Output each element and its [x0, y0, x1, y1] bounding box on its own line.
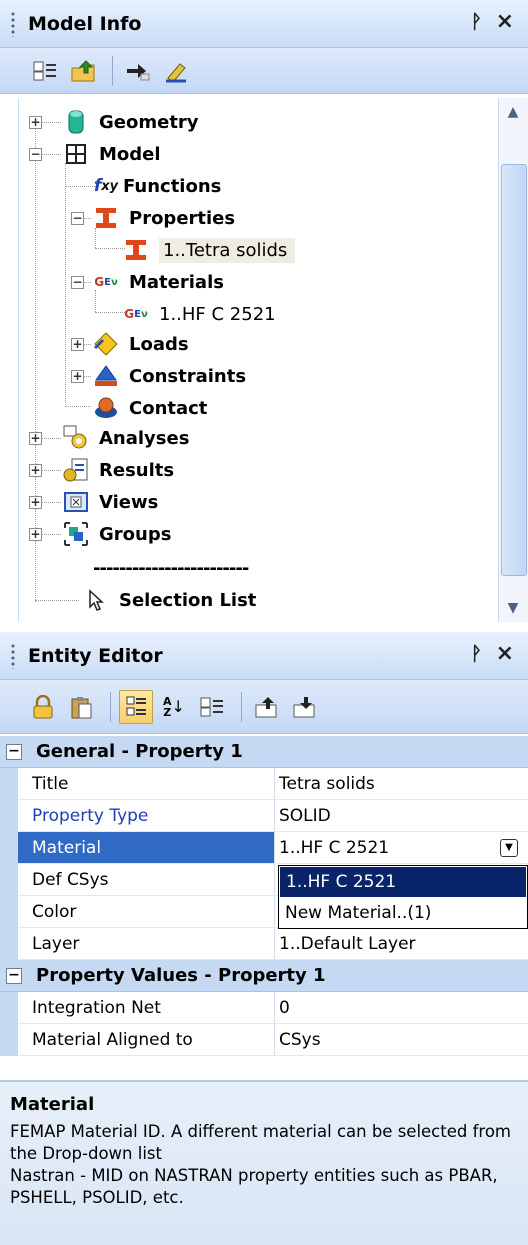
model-info-header: Model Info ᚹ × — [0, 0, 528, 48]
expand-results[interactable]: + — [29, 464, 42, 477]
tree-node-geometry[interactable]: Geometry — [63, 106, 199, 138]
sort-alphabetical-button[interactable]: A Z ↓ — [157, 690, 191, 724]
results-icon — [63, 457, 89, 483]
expand-analyses[interactable]: + — [29, 432, 42, 445]
constraints-icon — [93, 363, 119, 389]
close-icon[interactable]: × — [496, 641, 514, 666]
expand-groups[interactable]: + — [29, 528, 42, 541]
dropdown-option[interactable]: New Material..(1) — [279, 898, 527, 928]
material-icon: GEν — [124, 307, 148, 321]
analyses-icon — [63, 425, 89, 451]
panel-title: Entity Editor — [28, 644, 163, 667]
panel-title: Model Info — [28, 12, 142, 35]
send-to-button[interactable] — [121, 54, 155, 88]
expand-list-button[interactable] — [28, 54, 62, 88]
tree-node-material-1[interactable]: GEν 1..HF C 2521 — [123, 298, 275, 330]
geometry-icon — [63, 109, 89, 135]
pin-icon[interactable]: ᚹ — [471, 11, 482, 33]
loads-icon — [93, 331, 119, 357]
tree-node-contact[interactable]: Contact — [93, 392, 207, 424]
tree-node-loads[interactable]: Loads — [93, 328, 189, 360]
views-icon — [63, 489, 89, 515]
sort-az-icon: AZ — [163, 694, 172, 719]
property-row-property-type[interactable]: Property Type SOLID — [18, 800, 528, 832]
chevron-down-icon[interactable]: ▼ — [500, 838, 518, 857]
contact-icon — [93, 395, 119, 421]
property-row-title[interactable]: Title Tetra solids — [18, 768, 528, 800]
tree-node-views[interactable]: Views — [63, 486, 158, 518]
scrollbar-thumb[interactable] — [501, 164, 527, 576]
i-beam-icon — [123, 237, 149, 263]
expand-constraints[interactable]: + — [71, 370, 84, 383]
tree-node-property-1[interactable]: 1..Tetra solids — [123, 234, 296, 266]
expand-list-button[interactable] — [195, 690, 229, 724]
collapse-properties[interactable]: − — [71, 212, 84, 225]
folder-up-icon — [71, 59, 95, 81]
material-combo[interactable]: 1..HF C 2521 ▼ — [275, 832, 528, 863]
tree-separator: ------------------------ — [93, 557, 249, 579]
expand-loads[interactable]: + — [71, 338, 84, 351]
model-tree[interactable]: + Geometry − Model f xy Functions − Prope… — [18, 98, 498, 622]
lock-icon — [33, 694, 53, 718]
property-row-integration-net[interactable]: Integration Net 0 — [18, 992, 528, 1024]
i-beam-icon — [93, 205, 119, 231]
save-button[interactable] — [288, 690, 322, 724]
scroll-down-icon[interactable]: ▼ — [499, 594, 527, 622]
arrow-right-icon — [127, 63, 150, 80]
entity-editor-header: Entity Editor ᚹ × — [0, 632, 528, 680]
help-pane: Material FEMAP Material ID. A different … — [0, 1080, 528, 1245]
category-general[interactable]: − General - Property 1 — [0, 736, 528, 768]
scroll-up-icon[interactable]: ▲ — [499, 98, 527, 126]
tree-node-properties[interactable]: Properties — [93, 202, 235, 234]
highlight-button[interactable] — [159, 54, 193, 88]
tree-node-results[interactable]: Results — [63, 454, 174, 486]
clipboard-icon — [71, 696, 92, 718]
tree-node-analyses[interactable]: Analyses — [63, 422, 189, 454]
collapse-materials[interactable]: − — [71, 276, 84, 289]
collapse-toggle-icon[interactable]: − — [6, 743, 22, 760]
lock-button[interactable] — [26, 690, 60, 724]
entity-editor-toolbar: A Z ↓ — [0, 680, 528, 734]
help-description: FEMAP Material ID. A different material … — [10, 1122, 511, 1207]
categorized-icon — [126, 696, 146, 715]
property-row-material-aligned[interactable]: Material Aligned to CSys — [18, 1024, 528, 1056]
collapse-toggle-icon[interactable]: − — [6, 967, 22, 984]
tree-node-groups[interactable]: Groups — [63, 518, 171, 550]
tree-node-materials[interactable]: GEν Materials — [93, 266, 224, 298]
grip-handle[interactable] — [10, 10, 16, 37]
list-icon — [200, 697, 223, 716]
tree-node-model[interactable]: Model — [63, 138, 161, 170]
material-icon: GEν — [94, 275, 118, 289]
property-row-layer[interactable]: Layer 1..Default Layer — [18, 928, 528, 960]
tree-node-constraints[interactable]: Constraints — [93, 360, 246, 392]
open-folder-button[interactable] — [66, 54, 100, 88]
dropdown-option[interactable]: 1..HF C 2521 — [280, 867, 526, 897]
grid-icon — [63, 141, 89, 167]
model-info-toolbar — [0, 48, 528, 94]
upload-icon — [255, 696, 277, 717]
fxy-icon: f xy — [93, 176, 119, 196]
property-row-material[interactable]: Material 1..HF C 2521 ▼ — [18, 832, 528, 864]
list-icon — [33, 61, 56, 80]
collapse-model[interactable]: − — [29, 148, 42, 161]
material-dropdown-list[interactable]: 1..HF C 2521 New Material..(1) — [278, 865, 528, 929]
download-icon — [293, 696, 315, 717]
paste-button[interactable] — [64, 690, 98, 724]
load-button[interactable] — [250, 690, 284, 724]
categorized-view-button[interactable] — [119, 689, 153, 724]
highlighter-icon — [166, 62, 186, 83]
close-icon[interactable]: × — [496, 9, 514, 34]
cursor-icon — [83, 587, 109, 613]
category-property-values[interactable]: − Property Values - Property 1 — [0, 960, 528, 992]
groups-icon — [63, 521, 89, 547]
expand-views[interactable]: + — [29, 496, 42, 509]
expand-geometry[interactable]: + — [29, 116, 42, 129]
grip-handle[interactable] — [10, 642, 16, 669]
tree-scrollbar[interactable]: ▲ ▼ — [498, 98, 528, 622]
pin-icon[interactable]: ᚹ — [471, 643, 482, 665]
help-title: Material — [10, 1094, 95, 1115]
tree-node-functions[interactable]: f xy Functions — [93, 170, 222, 202]
tree-node-selection-list[interactable]: Selection List — [83, 584, 256, 616]
